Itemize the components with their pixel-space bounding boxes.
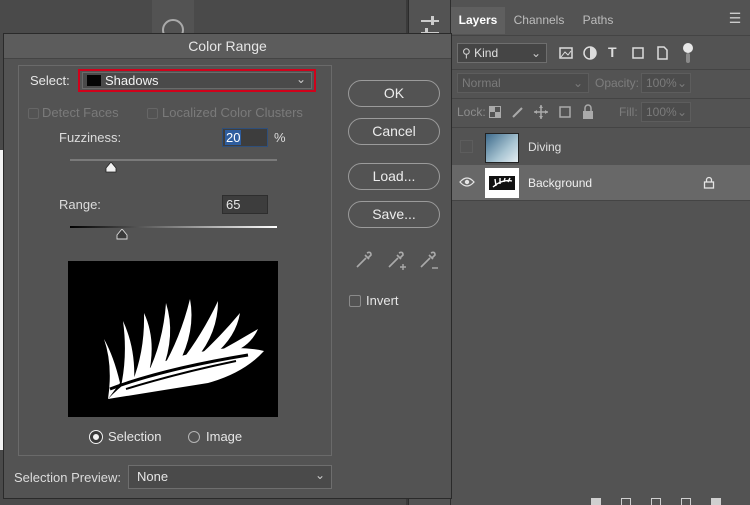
layer-thumbnail — [485, 133, 519, 163]
lock-all-icon[interactable] — [581, 104, 595, 120]
selection-preview-label: Selection Preview: — [14, 470, 121, 485]
filter-toggle-stem — [686, 53, 690, 63]
eyedropper-subtract-icon[interactable] — [418, 250, 440, 272]
fuzziness-slider-thumb[interactable] — [105, 162, 117, 173]
opacity-field[interactable]: 100% ⌄ — [641, 73, 691, 93]
fuzziness-label: Fuzziness: — [59, 130, 122, 145]
brush-preset-icon[interactable] — [152, 0, 194, 41]
lock-artboard-icon[interactable] — [557, 104, 573, 120]
range-slider-thumb[interactable] — [116, 229, 128, 240]
detect-faces-label: Detect Faces — [42, 105, 119, 120]
color-range-dialog: Color Range Select: Shadows ⌄ Detect Fac… — [3, 33, 452, 499]
selection-radio-label: Selection — [108, 429, 162, 444]
blend-mode-dropdown[interactable]: Normal ⌄ — [457, 73, 589, 93]
select-value: Shadows — [105, 73, 159, 88]
visibility-toggle[interactable] — [460, 140, 473, 153]
layers-bottom-toolbar — [591, 496, 741, 505]
layer-name: Background — [528, 176, 593, 190]
layer-thumbnail — [485, 168, 519, 198]
chevron-down-icon: ⌄ — [572, 76, 583, 90]
chevron-down-icon: ⌄ — [295, 72, 306, 86]
lock-pixels-brush-icon[interactable] — [511, 105, 525, 119]
fill-field[interactable]: 100% ⌄ — [641, 102, 691, 122]
chevron-down-icon: ⌄ — [676, 105, 687, 119]
invert-label: Invert — [366, 293, 399, 308]
chevron-down-icon: ⌄ — [676, 76, 687, 90]
tab-paths[interactable]: Paths — [575, 7, 621, 34]
layers-panel: Layers Channels Paths ☰ ⚲ Kind ⌄ T Norma… — [450, 0, 750, 505]
link-layers-icon[interactable] — [591, 498, 601, 505]
filter-toggle-icon[interactable] — [683, 43, 693, 53]
fuzziness-input[interactable]: 20 — [222, 128, 268, 147]
add-mask-icon[interactable] — [651, 498, 661, 505]
save-button[interactable]: Save... — [348, 201, 440, 228]
image-radio[interactable] — [188, 431, 200, 443]
filter-kind-dropdown[interactable]: ⚲ Kind ⌄ — [457, 43, 547, 63]
eye-icon[interactable] — [459, 176, 475, 188]
pixel-layer-filter-icon[interactable] — [559, 46, 573, 60]
fuzziness-value: 20 — [225, 130, 242, 145]
invert-checkbox[interactable] — [349, 295, 361, 307]
select-dropdown[interactable]: Shadows ⌄ — [82, 72, 312, 89]
range-label: Range: — [59, 197, 101, 212]
layer-row-diving[interactable]: Diving — [451, 130, 750, 165]
fill-value: 100% — [646, 105, 677, 119]
eyedropper-icon[interactable] — [354, 250, 374, 270]
cancel-button[interactable]: Cancel — [348, 118, 440, 145]
chevron-down-icon: ⌄ — [530, 46, 541, 60]
divider — [451, 35, 750, 36]
chevron-down-icon: ⌄ — [314, 468, 325, 482]
localized-clusters-checkbox[interactable] — [147, 108, 158, 119]
ok-button[interactable]: OK — [348, 80, 440, 107]
divider — [451, 69, 750, 70]
filter-kind-value: Kind — [474, 46, 499, 60]
fuzziness-slider-track[interactable] — [70, 159, 277, 161]
fill-label: Fill: — [619, 105, 638, 119]
selection-preview-value: None — [137, 469, 169, 484]
delete-layer-icon[interactable] — [711, 498, 721, 505]
selection-radio[interactable] — [90, 431, 102, 443]
panel-menu-icon[interactable]: ☰ — [727, 10, 743, 26]
shape-filter-icon[interactable] — [631, 46, 645, 60]
fern-mask-preview — [104, 299, 264, 399]
eyedropper-add-icon[interactable] — [386, 250, 408, 272]
range-value: 65 — [226, 197, 241, 212]
select-label: Select: — [30, 73, 70, 88]
divider — [451, 98, 750, 99]
layer-name: Diving — [528, 140, 562, 154]
new-group-icon[interactable] — [681, 498, 691, 505]
load-button[interactable]: Load... — [348, 163, 440, 190]
tab-channels[interactable]: Channels — [507, 7, 571, 34]
opacity-value: 100% — [646, 76, 677, 90]
dialog-title: Color Range — [4, 34, 451, 59]
lock-icon[interactable] — [703, 176, 715, 189]
fern-thumbnail-icon — [489, 176, 515, 190]
image-radio-label: Image — [206, 429, 243, 444]
localized-clusters-label: Localized Color Clusters — [162, 105, 303, 120]
color-swatch-icon — [87, 75, 101, 86]
adjustment-filter-icon[interactable] — [583, 46, 597, 60]
detect-faces-checkbox[interactable] — [28, 108, 39, 119]
divider — [451, 200, 750, 201]
selection-preview-image — [68, 261, 278, 417]
type-filter-icon[interactable]: T — [608, 44, 617, 60]
lock-position-move-icon[interactable] — [533, 104, 549, 120]
blend-mode-value: Normal — [462, 76, 501, 90]
smart-object-filter-icon[interactable] — [655, 46, 669, 60]
divider — [451, 127, 750, 128]
opacity-label: Opacity: — [595, 76, 640, 90]
layer-row-background[interactable]: Background — [451, 165, 750, 200]
tab-layers[interactable]: Layers — [451, 7, 505, 34]
selection-preview-dropdown[interactable]: None ⌄ — [128, 465, 332, 489]
range-input[interactable]: 65 — [222, 195, 268, 214]
range-slider-track[interactable] — [70, 226, 277, 228]
lock-transparent-icon[interactable] — [489, 106, 501, 118]
fuzziness-unit: % — [274, 130, 286, 145]
lock-label: Lock: — [457, 105, 486, 119]
add-style-icon[interactable] — [621, 498, 631, 505]
tool-options-strip — [152, 0, 194, 41]
